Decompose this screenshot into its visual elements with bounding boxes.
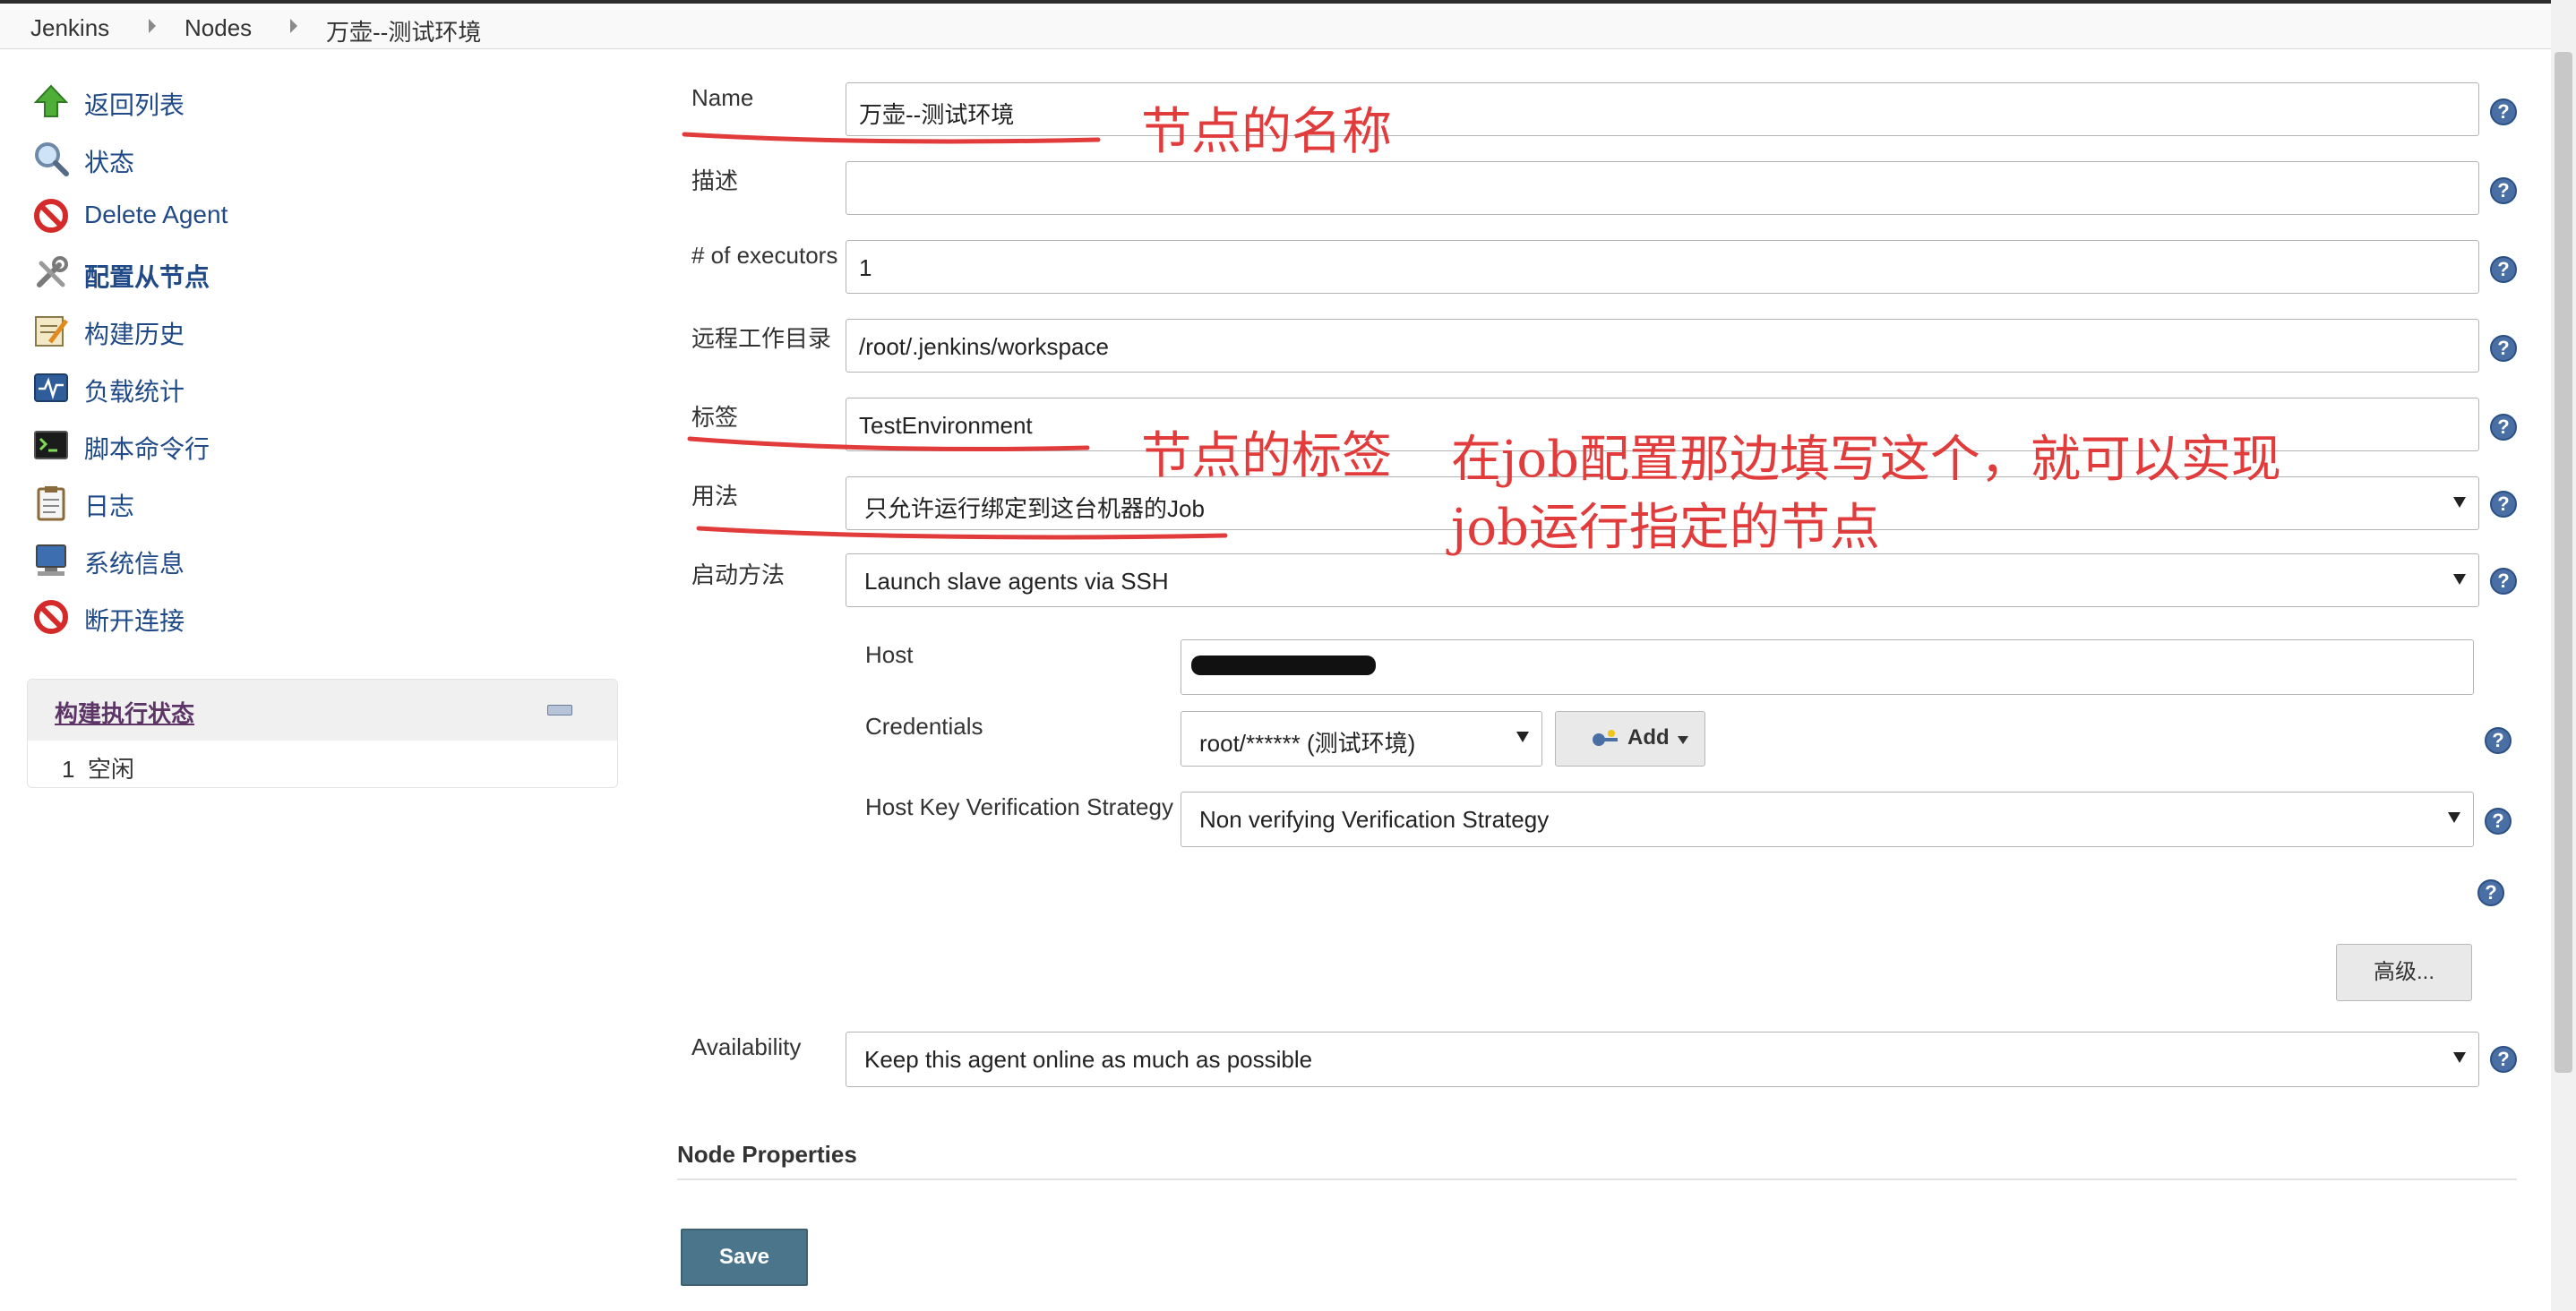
- annotation-node-name: 节点的名称: [1141, 103, 1392, 161]
- usage-underline: [696, 526, 1228, 540]
- annotation-job-note-1: 在job配置那边填写这个，就可以实现: [1451, 431, 2281, 489]
- name-underline: [682, 132, 1101, 144]
- annotation-job-note-2: job运行指定的节点: [1451, 499, 1880, 557]
- scrollbar-thumb[interactable]: [2555, 52, 2572, 1073]
- annotation-underlines: [682, 132, 1228, 540]
- labels-underline: [687, 436, 1090, 452]
- annotation-node-label: 节点的标签: [1141, 427, 1392, 485]
